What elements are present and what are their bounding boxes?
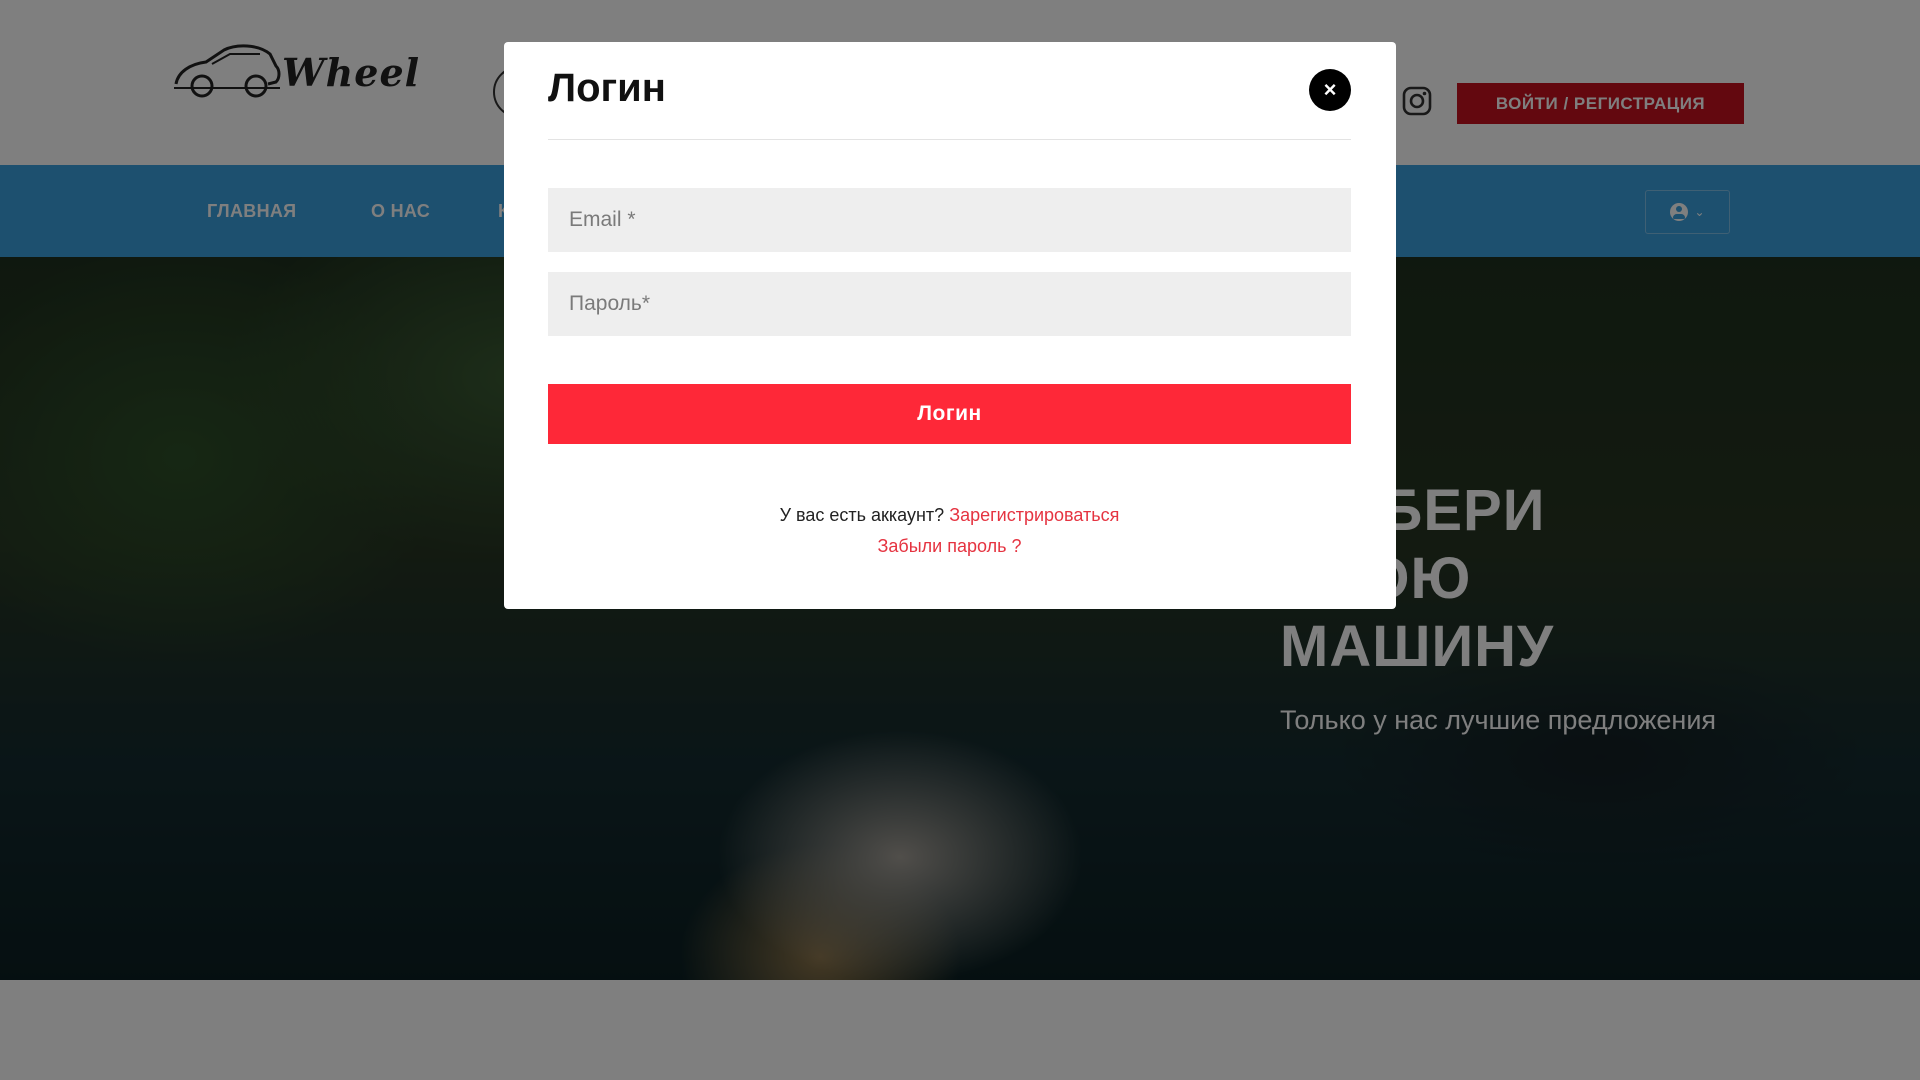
modal-divider [548, 139, 1351, 140]
login-submit-button[interactable]: Логин [548, 384, 1351, 444]
login-modal: Логин × Логин У вас есть аккаунт? Зареги… [504, 42, 1396, 609]
password-field[interactable] [548, 272, 1351, 336]
have-account-text: У вас есть аккаунт? [779, 505, 945, 525]
register-link[interactable]: Зарегистрироваться [949, 505, 1119, 525]
email-field[interactable] [548, 188, 1351, 252]
forgot-password-link[interactable]: Забыли пароль ? [878, 536, 1022, 556]
register-line: У вас есть аккаунт? Зарегистрироваться [548, 500, 1351, 531]
close-icon[interactable]: × [1309, 69, 1351, 111]
modal-title: Логин [548, 66, 666, 110]
modal-links: У вас есть аккаунт? Зарегистрироваться З… [548, 500, 1351, 562]
